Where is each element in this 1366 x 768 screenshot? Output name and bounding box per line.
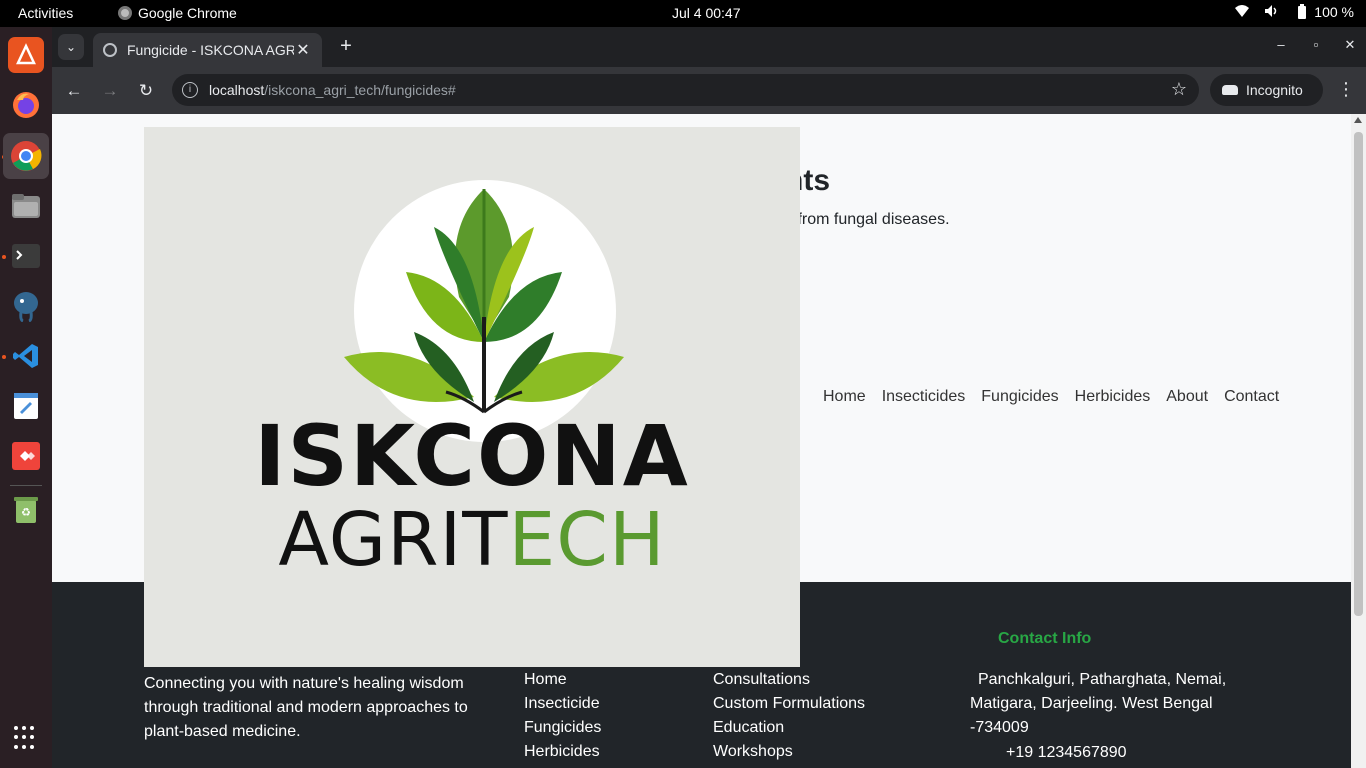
globe-icon [103,43,117,57]
clock[interactable]: Jul 4 00:47 [672,5,741,21]
running-indicator [2,255,6,259]
site-info-icon[interactable]: i [182,82,198,98]
running-indicator [2,355,6,359]
trash-icon[interactable]: ♻ [8,492,44,528]
main-nav: Home Insecticides Fungicides Herbicides … [823,388,1279,406]
battery-icon [1294,4,1310,20]
contact-heading: Contact Info [998,630,1092,647]
contact-address-text: Panchkalguri, Patharghata, Nemai, Matiga… [970,671,1227,736]
text-editor-icon[interactable] [8,388,44,424]
footer-link-herbicides[interactable]: Herbicides [524,740,601,764]
dock-separator [10,485,42,486]
hero-subtitle: s from fungal diseases. [785,211,950,228]
minimize-icon[interactable]: – [1271,37,1291,52]
address-bar[interactable]: i localhost/iskcona_agri_tech/fungicides… [172,74,1199,106]
chrome-icon[interactable] [3,133,49,179]
browser-toolbar: ← → ↻ i localhost/iskcona_agri_tech/fung… [52,67,1366,114]
wifi-icon [1234,4,1250,20]
activities-button[interactable]: Activities [18,5,73,21]
chrome-icon [118,6,132,20]
browser-tab-bar: ⌄ Fungicide - ISKCONA AGRI ✕ + – ▫ ✕ [52,27,1366,67]
nav-home[interactable]: Home [823,388,866,406]
footer-about-text: Connecting you with nature's healing wis… [144,675,468,740]
url-path: /iskcona_agri_tech/fungicides# [264,82,456,98]
scroll-up-arrow[interactable] [1354,117,1362,123]
footer-service-education[interactable]: Education [713,716,865,740]
show-apps-icon[interactable] [14,726,38,750]
contact-address: Panchkalguri, Patharghata, Nemai, Matiga… [970,668,1270,740]
logo-text-line2: AGRITECH [144,497,800,583]
close-window-icon[interactable]: ✕ [1340,37,1360,53]
tab-search-button[interactable]: ⌄ [58,34,84,60]
footer-service-consultations[interactable]: Consultations [713,668,865,692]
contact-phone: +19 1234567890 [1006,744,1127,761]
scrollbar-thumb[interactable] [1354,132,1363,616]
nav-insecticides[interactable]: Insecticides [882,388,966,406]
footer-links: Home Insecticide Fungicides Herbicides [524,668,601,764]
footer-link-fungicides[interactable]: Fungicides [524,716,601,740]
url-host: localhost [209,82,265,98]
nav-contact[interactable]: Contact [1224,388,1279,406]
pgadmin-icon[interactable] [8,288,44,324]
volume-icon [1264,4,1280,20]
incognito-icon [1222,85,1238,95]
reload-button[interactable]: ↻ [134,79,158,103]
url-text[interactable]: localhost/iskcona_agri_tech/fungicides# [209,82,456,98]
nav-about[interactable]: About [1166,388,1208,406]
footer-link-home[interactable]: Home [524,668,601,692]
logo-text-line2-main: AGRIT [278,497,509,583]
new-tab-button[interactable]: + [334,35,358,58]
back-button[interactable]: ← [62,79,86,103]
battery-percent: 100 % [1314,4,1354,20]
active-app-menu[interactable]: Google Chrome [118,5,237,21]
vscode-icon[interactable] [8,338,44,374]
system-status-area[interactable]: 100 % [1234,4,1354,20]
footer-service-workshops[interactable]: Workshops [713,740,865,764]
files-icon[interactable] [8,188,44,224]
system-top-bar: Activities Google Chrome Jul 4 00:47 100… [0,0,1366,27]
footer-service-custom-formulations[interactable]: Custom Formulations [713,692,865,716]
terminal-icon[interactable] [8,238,44,274]
maximize-icon[interactable]: ▫ [1306,37,1326,52]
active-app-name: Google Chrome [138,5,237,21]
footer-link-insecticide[interactable]: Insecticide [524,692,601,716]
brand-logo-image: ISKCONA AGRITECH [144,127,800,667]
leaf-icon [344,188,624,414]
tab-title: Fungicide - ISKCONA AGRI [127,42,294,58]
svg-text:♻: ♻ [21,506,31,519]
browser-menu-icon[interactable]: ⋮ [1336,79,1356,100]
footer-services: Consultations Custom Formulations Educat… [713,668,865,764]
anydesk-icon[interactable] [8,438,44,474]
page-viewport: nts s from fungal diseases. Home Insecti… [52,114,1366,768]
bookmark-star-icon[interactable]: ☆ [1171,79,1187,100]
close-tab-icon[interactable]: ✕ [294,40,312,60]
nav-herbicides[interactable]: Herbicides [1075,388,1151,406]
page-scrollbar[interactable] [1351,114,1366,768]
forward-button[interactable]: → [98,79,122,103]
incognito-indicator[interactable]: Incognito [1210,74,1323,106]
firefox-icon[interactable] [8,87,44,123]
ubuntu-software-icon[interactable] [8,37,44,73]
tab-fungicide[interactable]: Fungicide - ISKCONA AGRI ✕ [93,33,322,67]
battery-indicator: 100 % [1294,4,1354,20]
nav-fungicides[interactable]: Fungicides [981,388,1058,406]
logo-text-line1: ISKCONA [254,407,690,505]
logo-text-line2-accent: ECH [508,497,666,583]
incognito-label: Incognito [1246,82,1303,98]
dock: ♻ [0,27,52,768]
